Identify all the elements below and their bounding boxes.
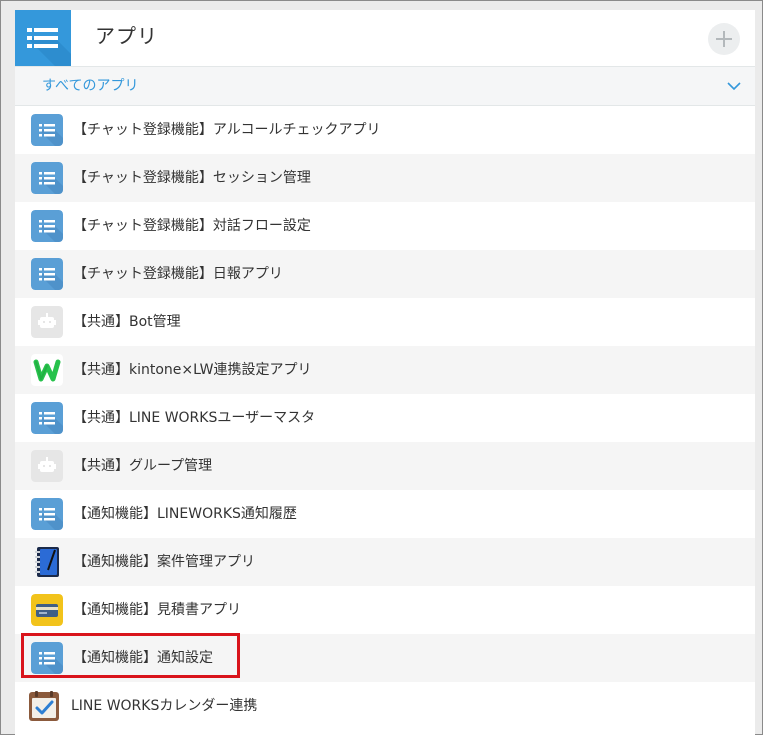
- app-list-item[interactable]: 【チャット登録機能】対話フロー設定: [15, 202, 755, 250]
- list-icon: [31, 162, 63, 194]
- app-name-link[interactable]: 【共通】LINE WORKSユーザーマスタ: [73, 394, 315, 442]
- app-name-link[interactable]: 【共通】kintone×LW連携設定アプリ: [73, 346, 312, 394]
- list-icon: [15, 10, 71, 66]
- app-name-link[interactable]: 【共通】グループ管理: [73, 442, 212, 490]
- app-name-link[interactable]: 【通知機能】通知設定: [73, 634, 213, 682]
- screenshot-frame: アプリ すべてのアプリ 【チャット登録機能】アルコールチェックアプリ 【チャット登…: [0, 0, 763, 736]
- app-list-item[interactable]: 【共通】LINE WORKSユーザーマスタ: [15, 394, 755, 442]
- app-list-item[interactable]: 【通知機能】案件管理アプリ: [15, 538, 755, 586]
- calendar-check-icon: [28, 690, 60, 722]
- app-list-item[interactable]: 【通知機能】通知設定: [15, 634, 755, 682]
- list-icon: [31, 210, 63, 242]
- app-list-item[interactable]: LINE WORKSカレンダー連携: [15, 682, 755, 730]
- app-list-item[interactable]: 【共通】グループ管理: [15, 442, 755, 490]
- app-name-link[interactable]: 【通知機能】LINEWORKS通知履歴: [73, 490, 297, 538]
- add-app-button[interactable]: [708, 23, 740, 55]
- app-list-item[interactable]: 【通知機能】見積書アプリ: [15, 586, 755, 634]
- chevron-down-icon[interactable]: [727, 80, 741, 92]
- notebook-icon: [31, 546, 63, 578]
- w-logo-icon: [31, 354, 63, 386]
- list-icon: [31, 114, 63, 146]
- app-list-panel: アプリ すべてのアプリ 【チャット登録機能】アルコールチェックアプリ 【チャット登…: [15, 10, 755, 736]
- list-icon: [31, 498, 63, 530]
- app-list-item[interactable]: 【共通】kintone×LW連携設定アプリ: [15, 346, 755, 394]
- app-list-item[interactable]: 【共通】Bot管理: [15, 298, 755, 346]
- list-icon: [31, 258, 63, 290]
- app-list-item[interactable]: 【通知機能】LINEWORKS通知履歴: [15, 490, 755, 538]
- robot-icon: [31, 450, 63, 482]
- list-icon: [31, 402, 63, 434]
- app-list: 【チャット登録機能】アルコールチェックアプリ 【チャット登録機能】セッション管理【…: [15, 106, 755, 730]
- app-name-link[interactable]: 【チャット登録機能】セッション管理: [73, 154, 311, 202]
- card-icon: [31, 594, 63, 626]
- app-name-link[interactable]: 【チャット登録機能】日報アプリ: [73, 250, 283, 298]
- panel-header: アプリ: [15, 10, 755, 67]
- app-list-item[interactable]: 【チャット登録機能】日報アプリ: [15, 250, 755, 298]
- filter-label: すべてのアプリ: [42, 78, 139, 94]
- app-name-link[interactable]: 【共通】Bot管理: [73, 298, 181, 346]
- app-list-item[interactable]: 【チャット登録機能】アルコールチェックアプリ: [15, 106, 755, 154]
- page-title: アプリ: [95, 24, 158, 48]
- plus-icon: [716, 31, 732, 47]
- app-list-item[interactable]: 【チャット登録機能】セッション管理: [15, 154, 755, 202]
- app-filter-dropdown[interactable]: すべてのアプリ: [15, 67, 755, 106]
- app-name-link[interactable]: 【通知機能】見積書アプリ: [73, 586, 241, 634]
- app-name-link[interactable]: 【通知機能】案件管理アプリ: [73, 538, 255, 586]
- app-name-link[interactable]: 【チャット登録機能】対話フロー設定: [73, 202, 311, 250]
- robot-icon: [31, 306, 63, 338]
- list-icon: [31, 642, 63, 674]
- app-name-link[interactable]: 【チャット登録機能】アルコールチェックアプリ: [73, 106, 380, 154]
- app-name-link[interactable]: LINE WORKSカレンダー連携: [71, 682, 257, 730]
